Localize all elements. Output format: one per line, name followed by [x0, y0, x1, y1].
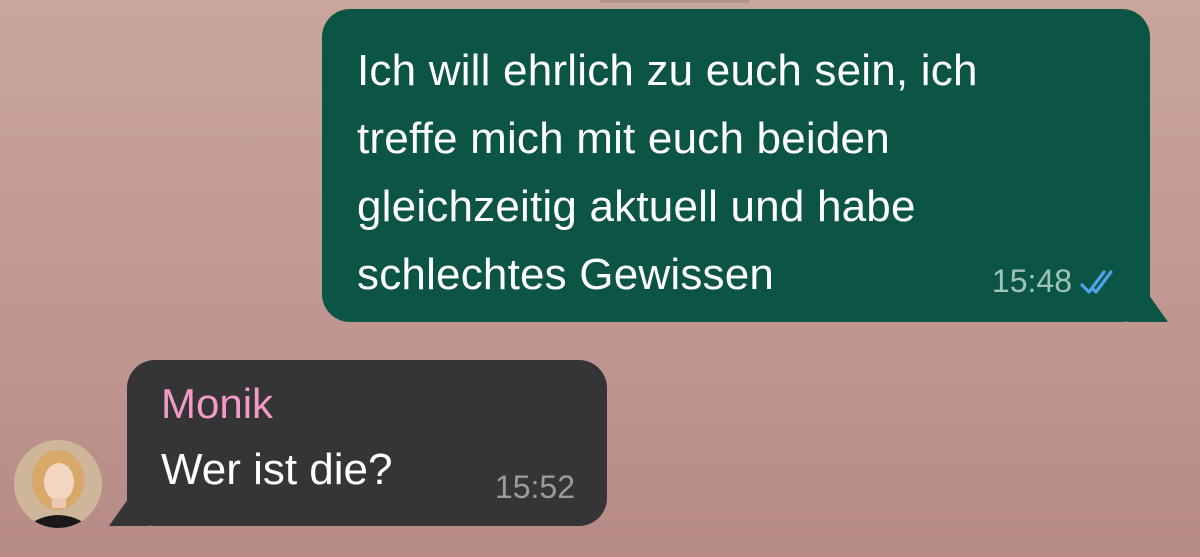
double-check-icon [1080, 269, 1113, 294]
avatar[interactable] [14, 440, 102, 528]
outgoing-message-bubble[interactable]: Ich will ehrlich zu euch sein, ich treff… [322, 9, 1168, 322]
previous-message-edge [600, 0, 750, 3]
message-time: 15:48 [991, 263, 1072, 299]
bubble-tail [109, 492, 149, 526]
message-meta: 15:48 [992, 263, 1120, 300]
incoming-message-bubble[interactable]: Monik Wer ist die? 15:52 [109, 360, 607, 526]
bubble-tail [1128, 288, 1168, 322]
chat-area[interactable]: Ich will ehrlich zu euch sein, ich treff… [0, 0, 1200, 557]
avatar-image [14, 440, 102, 528]
message-time: 15:52 [494, 469, 575, 505]
sender-name[interactable]: Monik [161, 378, 583, 430]
